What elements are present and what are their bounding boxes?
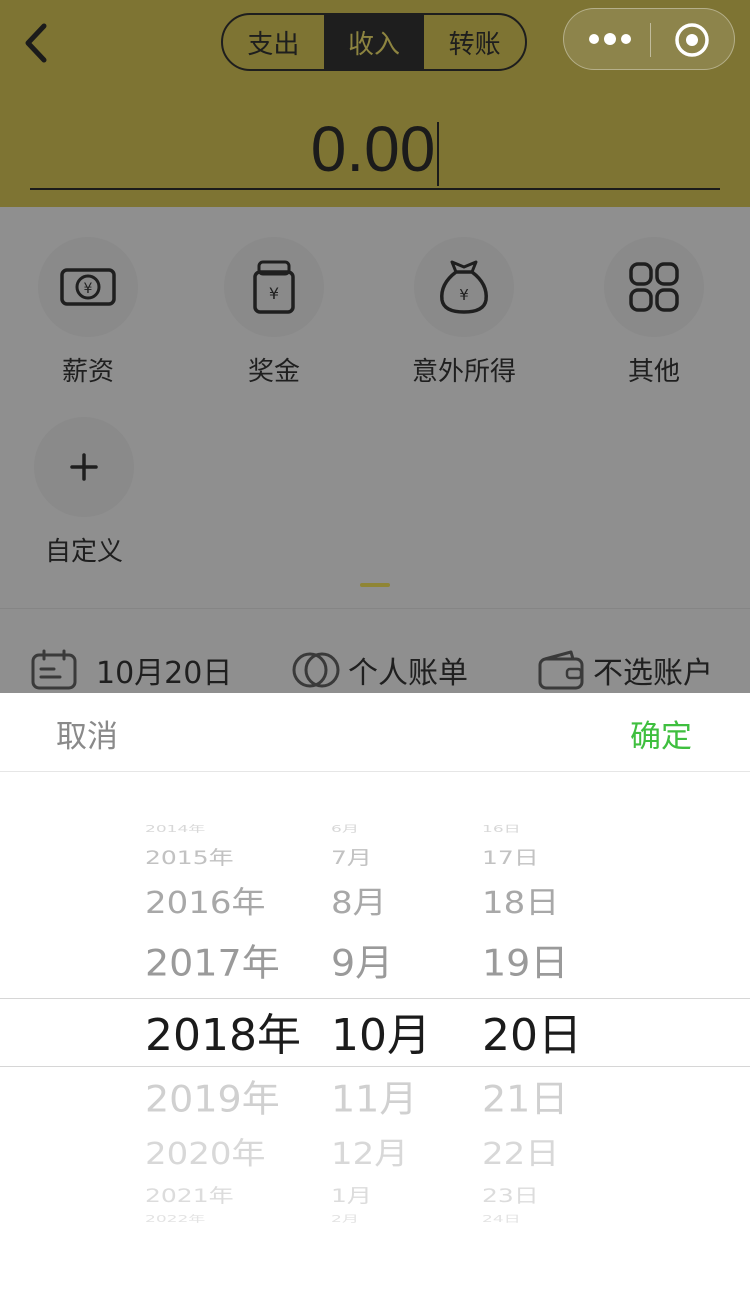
day-option[interactable]: 22日 [482, 1129, 559, 1173]
year-option[interactable]: 2020年 [145, 1129, 266, 1173]
day-option[interactable]: 19日 [482, 933, 568, 986]
category-icon-wrap: ¥ [414, 237, 514, 337]
amount-value: 0.00 [310, 113, 436, 185]
month-option[interactable]: 12月 [331, 1129, 408, 1173]
category-custom[interactable]: 自定义 [0, 417, 174, 568]
category-icon-wrap: ¥ [224, 237, 324, 337]
category-label: 其他 [627, 357, 680, 387]
picker-wheels: 2014年 2015年 2016年 2017年 2018年 2019年 2020年 2021年… [0, 823, 750, 1233]
month-option[interactable]: 8月 [331, 878, 387, 922]
tab-expense[interactable]: 支出 [223, 15, 324, 69]
chevron-left-icon [25, 23, 47, 63]
day-option[interactable]: 18日 [482, 878, 559, 922]
confirm-button[interactable]: 确定 [630, 711, 692, 756]
year-option[interactable]: 2015年 [145, 843, 234, 870]
header: 支出 收入 转账 0.00 [0, 0, 750, 207]
divider [0, 608, 750, 609]
year-option[interactable]: 2016年 [145, 878, 266, 922]
bill-value: 个人账单 [348, 656, 468, 691]
year-option-selected[interactable]: 2018年 [145, 999, 301, 1063]
meta-row: 10月20日 个人账单 不选账户 [0, 640, 750, 700]
category-label: 薪资 [61, 357, 114, 387]
category-icon-wrap [34, 417, 134, 517]
miniprogram-capsule [563, 8, 735, 70]
date-selector[interactable]: 10月20日 [30, 648, 232, 692]
day-option-selected[interactable]: 20日 [482, 999, 582, 1063]
back-button[interactable] [18, 20, 62, 66]
day-option[interactable]: 24日 [482, 1211, 521, 1225]
category-salary[interactable]: ¥ 薪资 [0, 237, 178, 388]
account-value: 不选账户 [593, 656, 713, 691]
category-bonus[interactable]: ¥ 奖金 [184, 237, 364, 388]
wallet-icon [538, 650, 584, 690]
category-label: 奖金 [247, 357, 300, 387]
year-option[interactable]: 2017年 [145, 933, 280, 986]
month-option[interactable]: 7月 [331, 843, 372, 870]
category-label: 意外所得 [411, 357, 516, 387]
calendar-icon [31, 649, 77, 690]
grid-icon [629, 262, 679, 312]
category-other[interactable]: 其他 [564, 237, 744, 388]
day-option[interactable]: 21日 [482, 1069, 568, 1122]
month-option[interactable]: 6月 [331, 821, 359, 835]
month-option[interactable]: 1月 [331, 1181, 372, 1208]
bill-selector[interactable]: 个人账单 [292, 648, 468, 692]
year-option[interactable]: 2022年 [145, 1211, 205, 1225]
amount-input[interactable]: 0.00 [0, 112, 750, 187]
month-option[interactable]: 9月 [331, 933, 393, 986]
day-option[interactable]: 23日 [482, 1181, 539, 1208]
capsule-divider [650, 23, 651, 57]
month-option[interactable]: 2月 [331, 1211, 359, 1225]
svg-text:¥: ¥ [269, 284, 279, 303]
plus-icon [70, 453, 98, 481]
more-dots-icon[interactable] [588, 29, 632, 49]
date-value: 10月20日 [96, 656, 233, 691]
category-icon-wrap [604, 237, 704, 337]
coins-icon [292, 652, 340, 688]
bonus-icon: ¥ [253, 260, 295, 314]
day-option[interactable]: 17日 [482, 843, 539, 870]
type-segmented-control: 支出 收入 转账 [221, 13, 527, 71]
day-option[interactable]: 16日 [482, 821, 521, 835]
category-windfall[interactable]: ¥ 意外所得 [374, 237, 554, 388]
close-target-icon[interactable] [674, 22, 710, 58]
account-selector[interactable]: 不选账户 [537, 648, 713, 692]
svg-text:¥: ¥ [84, 281, 93, 297]
month-wheel[interactable]: 6月 7月 8月 9月 10月 11月 12月 1月 2月 [331, 823, 441, 1233]
tab-income[interactable]: 收入 [323, 15, 425, 69]
category-icon-wrap: ¥ [38, 237, 138, 337]
category-label: 自定义 [44, 537, 123, 567]
windfall-bag-icon: ¥ [440, 260, 488, 314]
year-option[interactable]: 2014年 [145, 821, 205, 835]
picker-toolbar: 取消 确定 [0, 693, 750, 772]
year-option[interactable]: 2021年 [145, 1181, 234, 1208]
amount-underline [30, 188, 720, 190]
year-wheel[interactable]: 2014年 2015年 2016年 2017年 2018年 2019年 2020年 2021年… [145, 823, 310, 1233]
month-option[interactable]: 11月 [331, 1069, 417, 1122]
page-indicator [360, 583, 390, 587]
text-caret [437, 122, 440, 187]
cancel-button[interactable]: 取消 [56, 711, 118, 756]
date-picker-sheet: 取消 确定 2014年 2015年 2016年 2017年 2018年 2019年 2020… [0, 693, 750, 1293]
day-wheel[interactable]: 16日 17日 18日 19日 20日 21日 22日 23日 24日 [482, 823, 602, 1233]
svg-text:¥: ¥ [459, 286, 469, 304]
year-option[interactable]: 2019年 [145, 1069, 280, 1122]
tab-transfer[interactable]: 转账 [424, 15, 525, 69]
salary-icon: ¥ [60, 268, 116, 306]
month-option-selected[interactable]: 10月 [331, 999, 431, 1063]
